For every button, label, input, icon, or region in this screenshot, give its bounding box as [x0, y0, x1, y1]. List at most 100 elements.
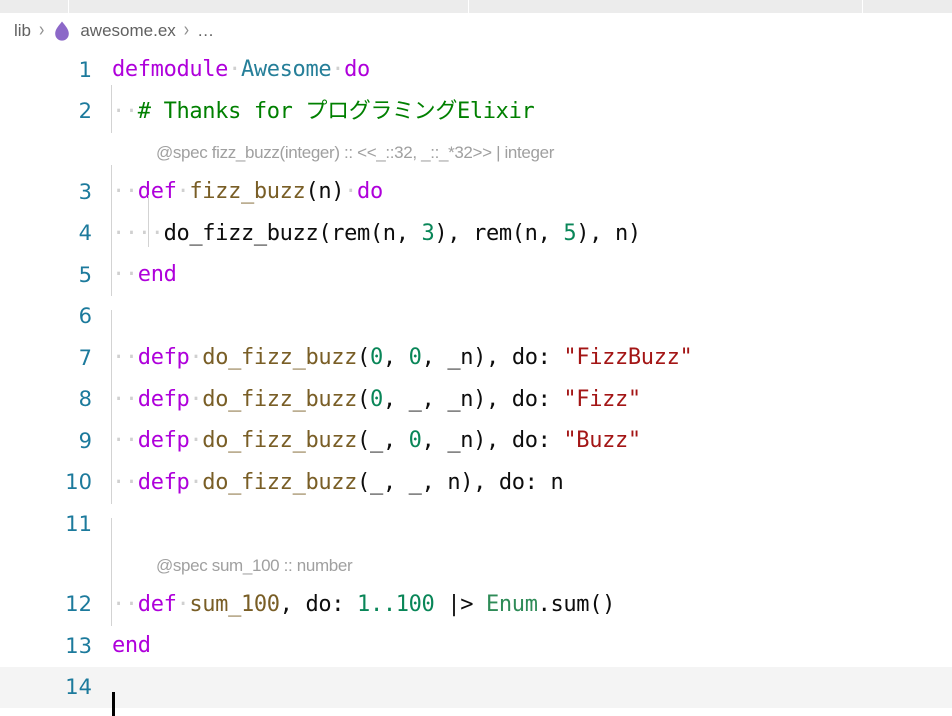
code-line[interactable]: 12 ··def·sum_100, do: 1..100 |> Enum.sum…: [0, 577, 952, 626]
code-line[interactable]: 3 ··def·fizz_buzz(n)·do: [0, 165, 952, 214]
breadcrumb-item-file[interactable]: awesome.ex: [80, 21, 175, 41]
line-content[interactable]: end: [112, 625, 952, 666]
editor-tab-strip[interactable]: [0, 0, 952, 13]
token-module-name: Awesome: [240, 57, 332, 83]
token-keyword: do: [357, 179, 383, 205]
token-number: 0: [408, 345, 422, 371]
token-function-name: do_fizz_buzz: [202, 469, 358, 495]
whitespace-dot: ··: [112, 386, 138, 412]
token-params: , _n), do:: [421, 345, 564, 371]
code-line[interactable]: 6: [0, 296, 952, 359]
token-string: "Buzz": [563, 428, 641, 454]
line-content[interactable]: ··defp·do_fizz_buzz(0, _, _n), do: "Fizz…: [111, 372, 952, 421]
token-function-name: do_fizz_buzz: [202, 386, 358, 412]
token-pipe-operator: |>: [434, 591, 487, 617]
code-line[interactable]: 13 end: [0, 625, 952, 667]
line-number: 11: [65, 511, 92, 536]
code-line[interactable]: 1 defmodule·Awesome·do: [0, 49, 952, 91]
code-line-active[interactable]: 14: [0, 666, 952, 716]
whitespace-dot: ·: [176, 179, 190, 205]
whitespace-dot: ··: [112, 469, 138, 495]
line-content[interactable]: ··end: [111, 248, 952, 297]
token-params: , _, _n), do:: [382, 386, 564, 412]
token-keyword: defp: [137, 469, 190, 495]
code-line[interactable]: 7 ··defp·do_fizz_buzz(0, 0, _n), do: "Fi…: [0, 331, 952, 380]
code-line[interactable]: 2 ··# Thanks for プログラミングElixir: [0, 84, 952, 133]
code-line[interactable]: 10 ··defp·do_fizz_buzz(_, _, n), do: n: [0, 455, 952, 504]
token-keyword: defp: [137, 386, 190, 412]
editor-window: lib › awesome.ex › … 1 defmodule·Awesome…: [0, 0, 952, 716]
line-content[interactable]: ··def·fizz_buzz(n)·do: [111, 165, 952, 214]
whitespace-dot: ·: [228, 57, 241, 83]
code-line[interactable]: 8 ··defp·do_fizz_buzz(0, _, _n), do: "Fi…: [0, 372, 952, 421]
breadcrumb-item-lib[interactable]: lib: [14, 21, 31, 41]
token-punct: (: [357, 386, 370, 412]
whitespace-dot: ··: [112, 262, 138, 288]
line-content[interactable]: ··# Thanks for プログラミングElixir: [111, 84, 952, 133]
token-keyword: defp: [137, 345, 190, 371]
line-content[interactable]: defmodule·Awesome·do: [112, 49, 952, 90]
tab-divider: [468, 0, 469, 13]
token-number: 5: [563, 220, 577, 246]
token-call: ), n): [576, 220, 641, 246]
token-number: 0: [369, 345, 383, 371]
whitespace-dot: ··: [112, 179, 138, 205]
token-comment: # Thanks for プログラミングElixir: [137, 98, 535, 124]
line-content[interactable]: ····do_fizz_buzz(rem(n, 3), rem(n, 5), n…: [111, 194, 952, 255]
whitespace-dot: ····: [112, 220, 164, 246]
line-number: 12: [65, 592, 92, 617]
text-cursor: [112, 692, 115, 716]
line-number: 1: [78, 57, 92, 82]
token-params: (_, _, n), do: n: [357, 469, 564, 495]
token-function-name: do_fizz_buzz: [202, 428, 358, 454]
token-punct: , do:: [279, 591, 358, 617]
whitespace-dot: ·: [189, 345, 203, 371]
inlay-hint-row: @spec fizz_buzz(integer) :: <<_::32, _::…: [0, 132, 952, 171]
line-number: 13: [65, 633, 92, 658]
code-line[interactable]: 4 ····do_fizz_buzz(rem(n, 3), rem(n, 5),…: [0, 194, 952, 255]
token-params: , _n), do:: [421, 428, 564, 454]
code-line[interactable]: 9 ··defp·do_fizz_buzz(_, 0, _n), do: "Bu…: [0, 414, 952, 463]
line-content[interactable]: ··def·sum_100, do: 1..100 |> Enum.sum(): [111, 577, 952, 626]
token-call: .sum(): [537, 591, 616, 617]
line-number: 3: [78, 179, 92, 204]
token-call: do_fizz_buzz(rem(n,: [163, 220, 422, 246]
line-number: 6: [78, 304, 92, 329]
token-punct: ,: [382, 345, 409, 371]
token-function-name: fizz_buzz: [189, 179, 306, 205]
indent-guide: [111, 84, 112, 133]
token-number: 0: [408, 428, 422, 454]
line-number: 14: [65, 675, 92, 700]
token-punct: (_,: [357, 428, 409, 454]
line-content[interactable]: ··defp·do_fizz_buzz(_, 0, _n), do: "Buzz…: [111, 414, 952, 463]
token-keyword: defmodule: [112, 57, 229, 83]
token-keyword: def: [137, 591, 177, 617]
token-number: 3: [421, 220, 435, 246]
line-content[interactable]: ··defp·do_fizz_buzz(0, 0, _n), do: "Fizz…: [111, 331, 952, 380]
indent-guide: [111, 455, 112, 504]
whitespace-dot: ··: [112, 345, 138, 371]
token-keyword: defp: [137, 428, 190, 454]
indent-guide: [148, 194, 149, 247]
breadcrumb: lib › awesome.ex › …: [0, 13, 952, 49]
line-number: 2: [78, 99, 92, 124]
line-number: 10: [65, 470, 92, 495]
breadcrumb-item-ellipsis[interactable]: …: [197, 21, 214, 41]
token-call: ), rem(n,: [434, 220, 564, 246]
token-string: "Fizz": [563, 386, 641, 412]
whitespace-dot: ·: [189, 428, 203, 454]
code-editor[interactable]: 1 defmodule·Awesome·do 2 ··# Thanks for …: [0, 49, 952, 716]
line-content[interactable]: ··defp·do_fizz_buzz(_, _, n), do: n: [111, 455, 952, 504]
token-function-name: sum_100: [189, 591, 280, 617]
inlay-hint-spec: @spec sum_100 :: number: [156, 555, 353, 575]
token-punct: (: [357, 345, 370, 371]
token-keyword: end: [137, 262, 177, 288]
code-line[interactable]: 5 ··end: [0, 248, 952, 297]
token-string: "FizzBuzz": [563, 345, 693, 371]
token-number: 0: [369, 386, 383, 412]
elixir-droplet-icon: [52, 21, 72, 41]
code-line[interactable]: 11: [0, 503, 952, 566]
line-number: 9: [78, 428, 92, 453]
line-number: 4: [78, 221, 92, 246]
breadcrumb-separator-icon: ›: [183, 19, 190, 41]
